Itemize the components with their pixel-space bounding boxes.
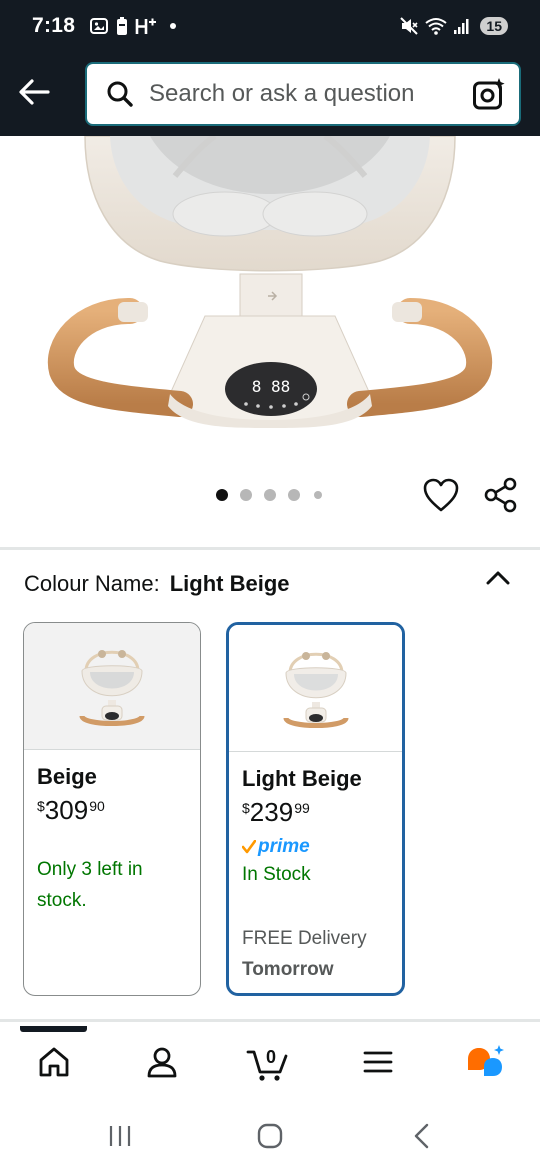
- nav-menu[interactable]: [358, 1042, 398, 1082]
- delivery-info: FREE Delivery: [242, 928, 367, 949]
- variant-name: Light Beige: [242, 766, 362, 791]
- nav-rufus[interactable]: [466, 1042, 506, 1082]
- gallery-icon: [90, 18, 109, 34]
- variant-thumbnail: [229, 625, 402, 752]
- share-icon: [484, 477, 517, 513]
- variant-price: $ 309 90: [37, 796, 188, 824]
- nav-cart[interactable]: 0: [246, 1042, 290, 1082]
- prime-label: prime: [258, 836, 310, 857]
- baby-swing-thumbnail: [283, 652, 348, 728]
- colour-name-row: Colour Name: Light Beige: [24, 571, 290, 597]
- cart-count: 0: [266, 1047, 276, 1067]
- status-bar: 7:18 15: [0, 0, 540, 52]
- active-tab-indicator: [20, 1026, 87, 1032]
- carousel-dot-2[interactable]: [240, 489, 252, 501]
- delivery-day: Tomorrow: [242, 959, 334, 980]
- variant-thumbnail: [24, 623, 200, 750]
- status-time: 7:18: [32, 14, 76, 37]
- carousel-dot-3[interactable]: [264, 489, 276, 501]
- recent-apps-icon: [109, 1126, 131, 1146]
- rufus-icon: [468, 1045, 504, 1076]
- cart-icon: 0: [246, 1047, 288, 1081]
- carousel-dot-1[interactable]: [216, 489, 228, 501]
- collapse-colour-button[interactable]: [482, 564, 514, 592]
- battery-saver-icon: [117, 17, 128, 35]
- recent-apps-button[interactable]: [100, 1120, 140, 1152]
- nav-account[interactable]: [142, 1042, 182, 1082]
- variant-price: $ 239 99: [242, 798, 390, 826]
- price-fraction: 90: [89, 798, 105, 814]
- section-divider: [0, 547, 540, 550]
- prime-badge: prime: [242, 836, 390, 858]
- price-currency: $: [37, 798, 45, 814]
- back-chevron-icon: [414, 1123, 429, 1149]
- battery-indicator: 15: [480, 17, 508, 35]
- home-system-button[interactable]: [250, 1120, 290, 1152]
- back-arrow-icon: [19, 79, 50, 105]
- stock-status: Only 3 left in stock.: [37, 859, 143, 911]
- bottom-navigation: 0: [0, 1022, 540, 1102]
- baby-swing-thumbnail: [79, 650, 145, 726]
- price-currency: $: [242, 800, 250, 816]
- svg-text:8 88: 8 88: [252, 377, 291, 396]
- carousel-dot-5[interactable]: [314, 491, 322, 499]
- variant-card-light-beige[interactable]: Light Beige $ 239 99 prime In Stock FREE…: [226, 622, 405, 996]
- wifi-icon: [425, 18, 448, 35]
- nav-home[interactable]: [34, 1042, 74, 1082]
- search-bar[interactable]: [85, 62, 521, 126]
- variant-card-beige[interactable]: Beige $ 309 90 Only 3 left in stock.: [23, 622, 201, 996]
- wishlist-button[interactable]: [422, 477, 460, 513]
- carousel-dot-4[interactable]: [288, 489, 300, 501]
- share-button[interactable]: [482, 476, 520, 514]
- system-navigation-bar: [0, 1102, 540, 1170]
- h-plus-icon: [135, 18, 157, 34]
- prime-check-icon: [242, 840, 256, 854]
- image-carousel-dots: [216, 489, 322, 501]
- status-notification-icons: [89, 16, 177, 36]
- price-whole: 239: [249, 797, 294, 827]
- stock-status: In Stock: [242, 864, 311, 885]
- search-header: [0, 52, 540, 136]
- notification-dot: [170, 23, 177, 29]
- back-button[interactable]: [16, 74, 52, 110]
- baby-swing-illustration: 8 88: [47, 136, 493, 428]
- back-system-button[interactable]: [402, 1120, 442, 1152]
- colour-name-label: Colour Name:: [24, 571, 160, 596]
- mute-icon: [400, 17, 419, 35]
- product-image[interactable]: 8 88: [0, 136, 540, 466]
- home-icon: [39, 1047, 69, 1077]
- price-fraction: 99: [294, 800, 310, 816]
- search-input[interactable]: [149, 80, 449, 108]
- camera-search-icon[interactable]: [471, 76, 507, 112]
- status-system-icons: 15: [399, 16, 508, 36]
- variant-name: Beige: [37, 764, 97, 789]
- account-icon: [147, 1047, 177, 1078]
- search-icon: [105, 79, 135, 109]
- heart-icon: [423, 478, 459, 512]
- home-circle-icon: [257, 1123, 283, 1149]
- price-whole: 309: [44, 795, 89, 825]
- menu-icon: [363, 1051, 393, 1073]
- chevron-up-icon: [486, 571, 510, 585]
- signal-icon: [454, 19, 469, 34]
- colour-name-value: Light Beige: [169, 571, 290, 596]
